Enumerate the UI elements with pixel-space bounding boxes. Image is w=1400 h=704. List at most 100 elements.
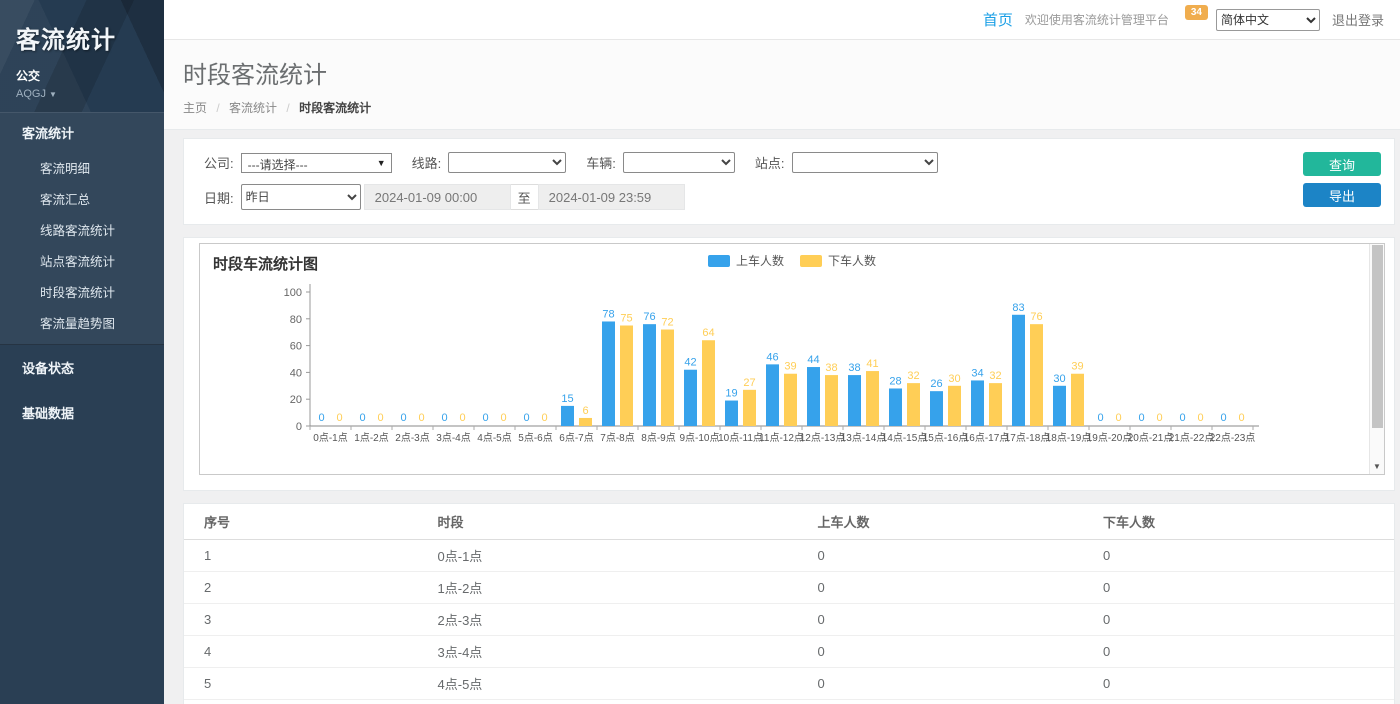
page-header: 时段客流统计 主页 / 客流统计 / 时段客流统计 bbox=[164, 40, 1400, 130]
table-header-cell: 上车人数 bbox=[797, 504, 1083, 540]
user-menu[interactable]: AQGJ ▼ bbox=[16, 88, 148, 100]
svg-text:5点-6点: 5点-6点 bbox=[518, 432, 552, 444]
page-title: 时段客流统计 bbox=[183, 55, 1400, 90]
svg-text:3点-4点: 3点-4点 bbox=[436, 432, 470, 444]
table-header-cell: 序号 bbox=[184, 504, 418, 540]
svg-text:75: 75 bbox=[620, 313, 632, 325]
table-cell: 4 bbox=[184, 636, 418, 668]
welcome-text: 欢迎使用客流统计管理平台 bbox=[1025, 11, 1169, 28]
chart-panel: 时段车流统计图 上车人数下车人数 020406080100000点-1点001点… bbox=[183, 237, 1395, 491]
table-row: 32点-3点00 bbox=[184, 604, 1394, 636]
sidebar-subitem[interactable]: 站点客流统计 bbox=[0, 245, 164, 276]
filter-row-1: 公司: ---请选择--- ▼ 线路: 车辆: 站点: bbox=[204, 152, 1284, 173]
table-cell: 0 bbox=[797, 540, 1083, 572]
svg-text:0: 0 bbox=[1097, 412, 1103, 424]
table-row: 10点-1点00 bbox=[184, 540, 1394, 572]
scrollbar-down-arrow-icon[interactable]: ▼ bbox=[1370, 459, 1384, 473]
sidebar-subitem[interactable]: 时段客流统计 bbox=[0, 276, 164, 307]
table-row: 65点-6点00 bbox=[184, 700, 1394, 704]
sidebar-item-passenger-stats[interactable]: 客流统计 bbox=[0, 113, 164, 152]
svg-text:0: 0 bbox=[482, 412, 488, 424]
sidebar-item-device-status[interactable]: 设备状态 bbox=[0, 345, 164, 390]
vehicle-label: 车辆: bbox=[586, 153, 616, 172]
legend-swatch-icon bbox=[708, 255, 730, 267]
filter-panel: 公司: ---请选择--- ▼ 线路: 车辆: 站点: 日期 bbox=[183, 138, 1395, 225]
search-button[interactable]: 查询 bbox=[1303, 152, 1381, 176]
chart-scrollbar[interactable]: ▼ bbox=[1369, 244, 1384, 474]
language-select[interactable]: 简体中文 bbox=[1216, 9, 1320, 31]
svg-text:6: 6 bbox=[582, 405, 588, 417]
date-range-to-label: 至 bbox=[511, 184, 538, 210]
date-label: 日期: bbox=[204, 188, 234, 207]
table-cell: 0 bbox=[1083, 668, 1394, 700]
station-select[interactable] bbox=[792, 152, 938, 173]
home-link[interactable]: 首页 bbox=[983, 9, 1013, 30]
company-select[interactable]: ---请选择--- ▼ bbox=[241, 153, 392, 173]
breadcrumb-separator: / bbox=[216, 101, 219, 115]
table-cell: 0 bbox=[797, 700, 1083, 704]
svg-text:72: 72 bbox=[661, 317, 673, 329]
legend-item[interactable]: 下车人数 bbox=[800, 252, 876, 269]
svg-text:83: 83 bbox=[1012, 302, 1024, 314]
svg-text:27: 27 bbox=[743, 377, 755, 389]
svg-text:34: 34 bbox=[971, 367, 983, 379]
svg-text:9点-10点: 9点-10点 bbox=[679, 432, 719, 444]
sidebar-submenu: 客流明细客流汇总线路客流统计站点客流统计时段客流统计客流量趋势图 bbox=[0, 152, 164, 344]
vehicle-select[interactable] bbox=[623, 152, 735, 173]
sidebar-subitem[interactable]: 客流明细 bbox=[0, 152, 164, 183]
legend-item[interactable]: 上车人数 bbox=[708, 252, 784, 269]
svg-text:0: 0 bbox=[296, 421, 302, 433]
user-name: AQGJ bbox=[16, 88, 46, 100]
main-area: 首页 欢迎使用客流统计管理平台 34 简体中文 退出登录 时段客流统计 主页 /… bbox=[164, 0, 1400, 704]
svg-text:76: 76 bbox=[643, 311, 655, 323]
sidebar-header: 客流统计 公交 AQGJ ▼ bbox=[0, 0, 164, 112]
svg-text:38: 38 bbox=[825, 362, 837, 374]
table-cell: 2 bbox=[184, 572, 418, 604]
svg-text:40: 40 bbox=[290, 367, 302, 379]
filter-row-2: 日期: 昨日 至 bbox=[204, 184, 1284, 210]
table-cell: 0 bbox=[797, 604, 1083, 636]
svg-text:7点-8点: 7点-8点 bbox=[600, 432, 634, 444]
table-cell: 1 bbox=[184, 540, 418, 572]
line-select[interactable] bbox=[448, 152, 566, 173]
svg-text:41: 41 bbox=[866, 358, 878, 370]
chart-legend: 上车人数下车人数 bbox=[200, 252, 1384, 269]
sidebar-subitem[interactable]: 客流量趋势图 bbox=[0, 307, 164, 344]
bar-chart: 020406080100000点-1点001点-2点002点-3点003点-4点… bbox=[200, 276, 1355, 472]
svg-text:80: 80 bbox=[290, 314, 302, 326]
sidebar-item-base-data[interactable]: 基础数据 bbox=[0, 390, 164, 435]
svg-text:0: 0 bbox=[541, 412, 547, 424]
table-cell: 4点-5点 bbox=[418, 668, 798, 700]
svg-text:78: 78 bbox=[602, 308, 614, 320]
table-cell: 0 bbox=[1083, 604, 1394, 636]
breadcrumb-section[interactable]: 客流统计 bbox=[229, 101, 277, 115]
sidebar-subitem[interactable]: 线路客流统计 bbox=[0, 214, 164, 245]
table-row: 21点-2点00 bbox=[184, 572, 1394, 604]
scrollbar-thumb[interactable] bbox=[1372, 245, 1383, 428]
table-cell: 3点-4点 bbox=[418, 636, 798, 668]
svg-text:28: 28 bbox=[889, 375, 901, 387]
logout-link[interactable]: 退出登录 bbox=[1332, 10, 1384, 29]
svg-text:0: 0 bbox=[318, 412, 324, 424]
svg-text:46: 46 bbox=[766, 351, 778, 363]
svg-text:0: 0 bbox=[1238, 412, 1244, 424]
svg-text:0: 0 bbox=[1156, 412, 1162, 424]
svg-text:17点-18点: 17点-18点 bbox=[1005, 432, 1051, 444]
line-label: 线路: bbox=[412, 153, 442, 172]
export-button[interactable]: 导出 bbox=[1303, 183, 1381, 207]
sidebar-subitem[interactable]: 客流汇总 bbox=[0, 183, 164, 214]
svg-text:26: 26 bbox=[930, 378, 942, 390]
legend-label: 上车人数 bbox=[736, 252, 784, 269]
sidebar-nav: 客流统计 客流明细客流汇总线路客流统计站点客流统计时段客流统计客流量趋势图 设备… bbox=[0, 112, 164, 435]
svg-text:32: 32 bbox=[989, 370, 1001, 382]
svg-text:0: 0 bbox=[1197, 412, 1203, 424]
breadcrumb-home[interactable]: 主页 bbox=[183, 101, 207, 115]
date-from-input[interactable] bbox=[364, 184, 511, 210]
svg-text:19: 19 bbox=[725, 388, 737, 400]
svg-text:20: 20 bbox=[290, 394, 302, 406]
table-cell: 0 bbox=[797, 572, 1083, 604]
date-to-input[interactable] bbox=[538, 184, 685, 210]
svg-text:44: 44 bbox=[807, 354, 819, 366]
svg-text:39: 39 bbox=[1071, 361, 1083, 373]
date-preset-select[interactable]: 昨日 bbox=[241, 184, 361, 210]
